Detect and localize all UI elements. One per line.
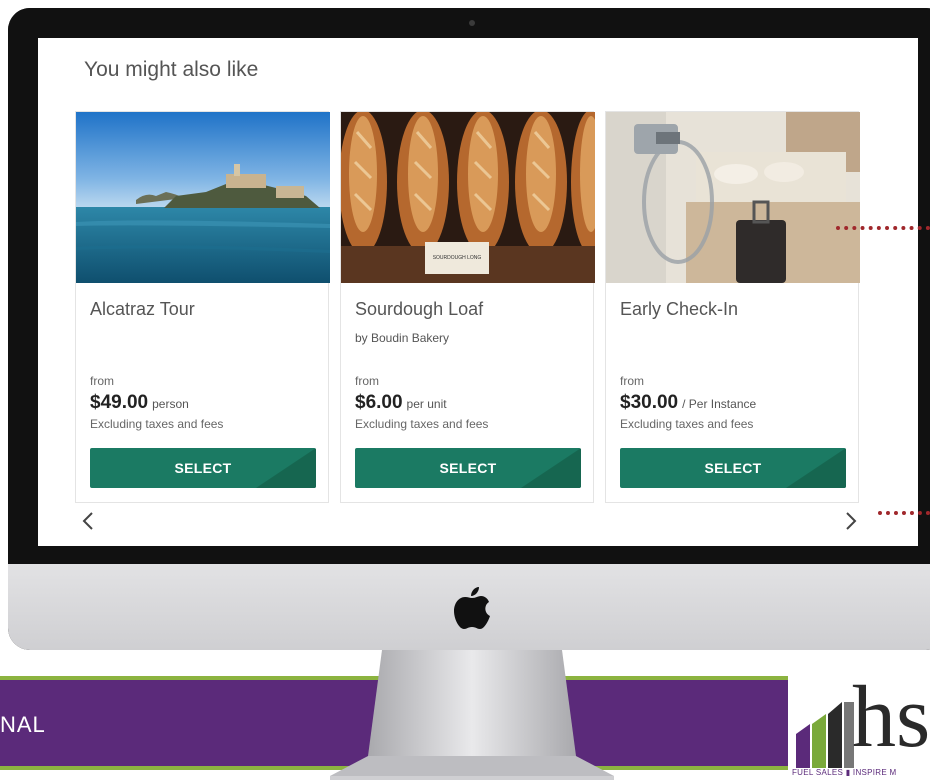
logo-tagline: FUEL SALES ▮ INSPIRE M — [792, 768, 897, 777]
price-value: $49.00 — [90, 392, 149, 413]
price-note: Excluding taxes and fees — [355, 417, 489, 431]
price-unit: / Per Instance — [682, 397, 757, 411]
price-value: $6.00 — [355, 392, 403, 413]
annotation-line-2 — [878, 511, 930, 515]
price-from-label: from — [90, 374, 114, 388]
banner-text: NAL — [0, 712, 46, 737]
product-card-alcatraz[interactable]: Alcatraz Tour from $49.00 person Excludin… — [75, 111, 330, 503]
card-title: Alcatraz Tour — [90, 299, 195, 319]
card-title: Early Check-In — [620, 299, 739, 319]
select-button-sourdough[interactable]: SELECT — [355, 448, 581, 488]
select-button-label: SELECT — [174, 460, 232, 476]
select-button-label: SELECT — [704, 460, 762, 476]
card-subtitle: by Boudin Bakery — [355, 331, 450, 345]
logo-bars-icon — [796, 702, 854, 768]
price-note: Excluding taxes and fees — [620, 417, 754, 431]
logo-letters: hs — [852, 669, 930, 766]
annotation-line-1 — [836, 226, 930, 230]
camera-icon — [469, 20, 475, 26]
price-unit: per unit — [406, 397, 447, 411]
sourdough-photo: SOURDOUGH LONG — [341, 112, 595, 283]
price-from-label: from — [620, 374, 644, 388]
alcatraz-photo — [76, 112, 330, 283]
chevron-right-icon[interactable] — [841, 508, 861, 534]
product-card-early-checkin[interactable]: Early Check-In from $30.00/ Per Instance… — [605, 111, 860, 503]
price-line: $30.00/ Per Instance — [620, 392, 756, 414]
imac-stand — [330, 650, 614, 780]
card-title: Sourdough Loaf — [355, 299, 484, 319]
price-value: $30.00 — [620, 392, 679, 413]
price-note: Excluding taxes and fees — [90, 417, 224, 431]
select-button-early-checkin[interactable]: SELECT — [620, 448, 846, 488]
app-screen: You might also like Alcatraz Tour from $… — [38, 38, 918, 546]
apple-logo-icon — [454, 587, 490, 629]
product-card-sourdough[interactable]: SOURDOUGH LONG Sourdough Loaf by Boudin … — [340, 111, 595, 503]
price-line: $6.00 per unit — [355, 392, 447, 414]
select-button-alcatraz[interactable]: SELECT — [90, 448, 316, 488]
price-from-label: from — [355, 374, 379, 388]
section-title: You might also like — [84, 58, 259, 81]
hotel-room-photo — [606, 112, 860, 283]
imac-frame: You might also like Alcatraz Tour from $… — [8, 8, 930, 650]
price-unit: person — [152, 397, 189, 411]
select-button-label: SELECT — [439, 460, 497, 476]
company-logo: hs FUEL SALES ▮ INSPIRE M — [788, 674, 930, 780]
price-line: $49.00 person — [90, 392, 189, 414]
bread-sign-text: SOURDOUGH LONG — [433, 255, 482, 261]
chevron-left-icon[interactable] — [78, 508, 98, 534]
